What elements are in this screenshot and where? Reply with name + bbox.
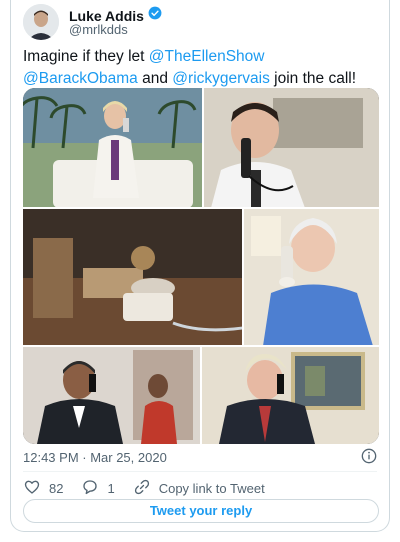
media-photo-queen <box>243 208 379 346</box>
mention-link[interactable]: @BarackObama <box>23 70 138 87</box>
divider <box>23 471 377 472</box>
copy-link-button[interactable]: Copy link to Tweet <box>133 478 265 499</box>
author-handle[interactable]: @mrlkdds <box>69 22 128 37</box>
tweet-actions: 82 1 Copy link to Tweet <box>23 478 283 499</box>
media-photo-boris <box>201 346 379 444</box>
tweet-text: Imagine if they let @TheEllenShow @Barac… <box>23 46 379 90</box>
reply-count: 1 <box>107 481 115 496</box>
like-button[interactable]: 82 <box>23 478 63 499</box>
mention-link[interactable]: @TheEllenShow <box>149 48 265 65</box>
tweet-text-part: Imagine if they let <box>23 48 149 65</box>
link-icon <box>133 478 151 499</box>
verified-badge-icon <box>148 6 162 25</box>
media-photo-obama <box>23 346 201 444</box>
avatar[interactable] <box>23 4 59 40</box>
tweet-text-part: and <box>137 70 173 87</box>
reply-count-button[interactable]: 1 <box>81 478 115 499</box>
heart-icon <box>23 478 41 499</box>
tweet-your-reply-button[interactable]: Tweet your reply <box>23 499 379 523</box>
tweet-text-part: join the call! <box>269 70 357 87</box>
tweet-card: Luke Addis @mrlkdds Imagine if they let … <box>10 0 390 532</box>
media-photo-ellen <box>23 88 203 208</box>
copy-link-label: Copy link to Tweet <box>158 481 265 496</box>
media-photo-ricky <box>203 88 379 208</box>
tweet-timestamp[interactable]: 12:43 PM · Mar 25, 2020 <box>23 450 167 465</box>
like-count: 82 <box>49 481 64 496</box>
info-icon[interactable] <box>361 448 377 464</box>
mention-link[interactable]: @rickygervais <box>172 70 270 87</box>
comment-icon <box>81 478 99 499</box>
tweet-media[interactable] <box>23 88 379 444</box>
